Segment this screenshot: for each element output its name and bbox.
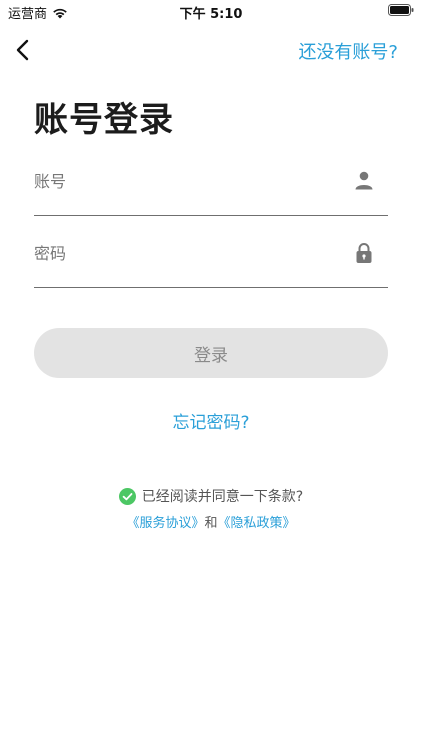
agreement-row: 已经阅读并同意一下条款? bbox=[0, 486, 422, 506]
login-button[interactable]: 登录 bbox=[34, 328, 388, 378]
chevron-left-icon bbox=[16, 39, 29, 61]
terms-row: 《服务协议》和《隐私政策》 bbox=[0, 512, 422, 531]
privacy-policy-link[interactable]: 《隐私政策》 bbox=[218, 516, 296, 531]
agreement-text: 已经阅读并同意一下条款? bbox=[141, 489, 304, 505]
nav-bar: 还没有账号? bbox=[0, 30, 422, 70]
page-title: 账号登录 bbox=[34, 100, 174, 140]
back-button[interactable] bbox=[12, 36, 36, 64]
register-link[interactable]: 还没有账号? bbox=[298, 38, 398, 64]
lock-icon bbox=[354, 242, 374, 264]
status-bar: 运营商 下午 5:10 bbox=[0, 0, 422, 22]
forgot-password-row: 忘记密码? bbox=[0, 408, 422, 433]
account-input[interactable] bbox=[34, 170, 334, 192]
password-input[interactable] bbox=[34, 242, 334, 264]
terms-connector: 和 bbox=[204, 516, 218, 531]
person-icon bbox=[354, 170, 374, 192]
password-field bbox=[34, 242, 388, 288]
account-field bbox=[34, 170, 388, 216]
status-right bbox=[388, 4, 414, 16]
status-time: 下午 5:10 bbox=[179, 7, 243, 22]
forgot-password-link[interactable]: 忘记密码? bbox=[172, 413, 249, 433]
check-circle-icon[interactable] bbox=[118, 487, 136, 505]
service-agreement-link[interactable]: 《服务协议》 bbox=[126, 516, 204, 531]
battery-icon bbox=[388, 4, 414, 16]
